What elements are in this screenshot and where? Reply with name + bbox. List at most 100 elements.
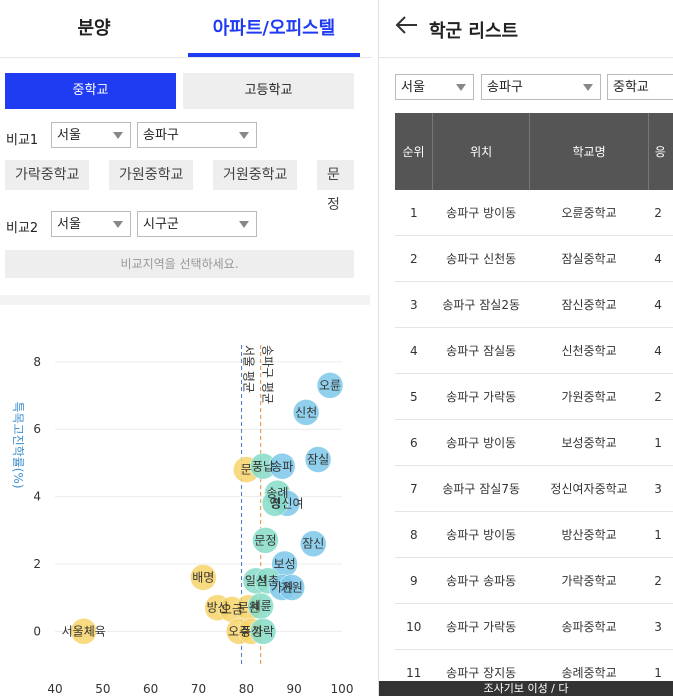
school-name-cell: 가원중학교	[529, 373, 649, 420]
page-title: 학군 리스트	[429, 21, 519, 42]
chevron-down-icon	[239, 221, 249, 228]
table-body: 1 송파구 방이동 오륜중학교 2 2 송파구 신천동 잠실중학교 4 3 송파구 잠실2동 잠신중…	[395, 190, 673, 696]
compare-region-message: 비교지역을 선택하세요.	[5, 250, 354, 278]
table-row[interactable]: 6 송파구 방이동 보성중학교 1	[395, 419, 673, 466]
school-chip[interactable]: 가원중학교	[109, 160, 194, 190]
column-header: 위치	[432, 113, 531, 190]
filter-district-value: 송파구	[487, 80, 523, 95]
compare2-district-select[interactable]: 시구군	[137, 211, 257, 237]
y-tick-label: 8	[33, 355, 41, 369]
data-point-label: 서울체육	[62, 624, 106, 638]
data-point-label: 가락	[252, 624, 274, 638]
table-cell: 2	[648, 190, 673, 236]
table-cell: 6	[395, 419, 433, 466]
table-cell: 1	[395, 190, 433, 236]
table-header-row: 순위 위치 학교명 응	[395, 113, 673, 190]
filter-city-value: 서울	[401, 80, 425, 95]
data-point-label: 거원	[281, 581, 303, 595]
data-point-label: 잠신	[302, 537, 324, 551]
table-cell: 3	[395, 281, 433, 328]
table-row[interactable]: 3 송파구 잠실2동 잠신중학교 4	[395, 281, 673, 328]
table-cell: 7	[395, 465, 433, 512]
data-point-label: 송파	[271, 459, 293, 473]
school-name-cell: 방산중학교	[529, 511, 649, 558]
reference-line-label: 서울 평균	[242, 345, 256, 393]
x-tick-label: 80	[239, 682, 254, 696]
table-row[interactable]: 7 송파구 잠실7동 정신여자중학교 3	[395, 465, 673, 512]
data-point-label: 문정	[254, 533, 276, 547]
table-cell: 송파구 잠실7동	[432, 465, 530, 512]
y-tick-label: 0	[33, 624, 41, 638]
section-separator	[0, 295, 370, 305]
y-axis-label: 특목고진학률(%)	[11, 401, 25, 488]
data-point-label: 배명	[192, 570, 214, 584]
filter-level-value: 중학교	[613, 80, 649, 95]
compare2-city-select[interactable]: 서울	[51, 211, 131, 237]
table-cell: 송파구 가락동	[432, 373, 530, 420]
chevron-down-icon	[456, 84, 466, 91]
x-tick-label: 70	[191, 682, 206, 696]
table-cell: 송파구 방이동	[432, 419, 530, 466]
table-cell: 4	[648, 235, 673, 282]
filter-city-select[interactable]: 서울	[395, 74, 474, 100]
x-tick-label: 90	[287, 682, 302, 696]
school-chip[interactable]: 가락중학교	[5, 160, 90, 190]
table-row[interactable]: 8 송파구 방이동 방산중학교 1	[395, 511, 673, 558]
x-tick-label: 100	[331, 682, 354, 696]
data-point-label: 잠실	[307, 453, 329, 467]
school-name-cell: 정신여자중학교	[529, 465, 649, 512]
school-name-cell: 잠실중학교	[529, 235, 649, 282]
chevron-down-icon	[583, 84, 593, 91]
school-chip[interactable]: 문정	[317, 160, 354, 213]
table-cell: 3	[648, 465, 673, 512]
table-cell: 1	[648, 419, 673, 466]
school-name-cell: 오륜중학교	[529, 190, 649, 236]
school-name-cell: 가락중학교	[529, 557, 649, 604]
data-point-label: 오륜	[319, 378, 341, 392]
x-tick-label: 60	[143, 682, 158, 696]
table-cell: 2	[395, 235, 433, 282]
table-row[interactable]: 5 송파구 가락동 가원중학교 2	[395, 373, 673, 420]
column-header: 학교명	[529, 113, 649, 190]
table-cell: 송파구 잠실2동	[432, 281, 530, 328]
table-cell: 송파구 송파동	[432, 557, 530, 604]
school-name-cell: 송파중학교	[529, 603, 649, 650]
table-row[interactable]: 2 송파구 신천동 잠실중학교 4	[395, 235, 673, 282]
table-cell: 2	[648, 373, 673, 420]
table-cell: 4	[648, 281, 673, 328]
data-point-label: 보성	[274, 557, 296, 571]
school-chip[interactable]: 거원중학교	[213, 160, 298, 190]
chevron-down-icon	[113, 221, 123, 228]
table-row[interactable]: 4 송파구 잠실동 신천중학교 4	[395, 327, 673, 374]
back-arrow-icon[interactable]	[395, 13, 419, 37]
school-name-cell: 잠신중학교	[529, 281, 649, 328]
table-cell: 2	[648, 557, 673, 604]
table-cell: 9	[395, 557, 433, 604]
compare2-city-value: 서울	[57, 217, 81, 232]
y-tick-label: 2	[33, 557, 41, 571]
data-point-label: 문	[241, 463, 252, 477]
column-header: 순위	[395, 113, 434, 190]
bottom-bar[interactable]: 조사기보 이성 / 다	[379, 681, 673, 696]
table-cell: 송파구 잠실동	[432, 327, 530, 374]
data-point-label: 신천	[295, 404, 317, 419]
table-row[interactable]: 1 송파구 방이동 오륜중학교 2	[395, 190, 673, 236]
filter-level-select[interactable]: 중학교	[607, 74, 673, 100]
right-panel: 학군 리스트 서울 송파구 중학교 순위 위치 학교명 응 1 송파구 방이동 오륜…	[379, 0, 673, 696]
x-tick-label: 50	[95, 682, 110, 696]
left-panel: 분양 아파트/오피스텔 중학교 고등학교 비교1 서울 송파구 가락중학교 가원…	[0, 0, 372, 696]
table-cell: 8	[395, 511, 433, 558]
table-cell: 송파구 가락동	[432, 603, 530, 650]
reference-line-label: 송파구 평균	[261, 345, 275, 404]
column-header: 응	[648, 113, 673, 190]
table-row[interactable]: 10 송파구 가락동 송파중학교 3	[395, 603, 673, 650]
compare2-label: 비교2	[6, 221, 39, 236]
table-cell: 4	[395, 327, 433, 374]
x-tick-label: 40	[47, 682, 62, 696]
filter-district-select[interactable]: 송파구	[481, 74, 601, 100]
school-table: 순위 위치 학교명 응 1 송파구 방이동 오륜중학교 2 2 송파구 신천동 잠실중학교 4…	[395, 113, 673, 696]
school-name-cell: 보성중학교	[529, 419, 649, 466]
scatter-chart: 0 2 4 6 8 40 50 60 70 80 90 100 특목고진학률(%) 서울 평균 송파구 평균…	[11, 345, 354, 696]
table-row[interactable]: 9 송파구 송파동 가락중학교 2	[395, 557, 673, 604]
table-cell: 3	[648, 603, 673, 650]
